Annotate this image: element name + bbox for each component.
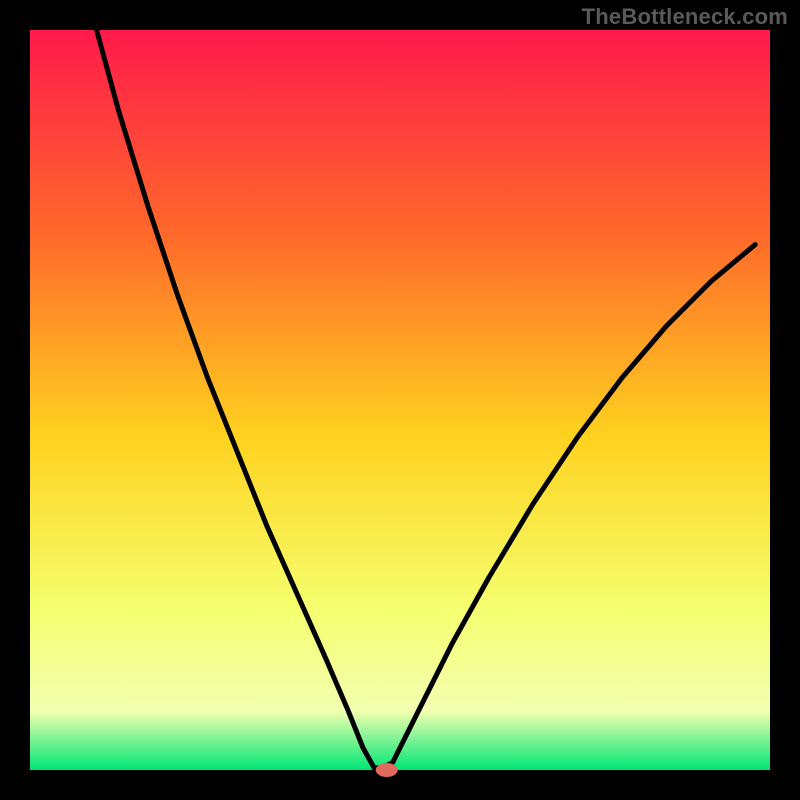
optimal-point-marker xyxy=(376,763,398,777)
bottleneck-chart xyxy=(0,0,800,800)
plot-background xyxy=(30,30,770,770)
chart-frame: TheBottleneck.com xyxy=(0,0,800,800)
watermark-text: TheBottleneck.com xyxy=(582,4,788,30)
